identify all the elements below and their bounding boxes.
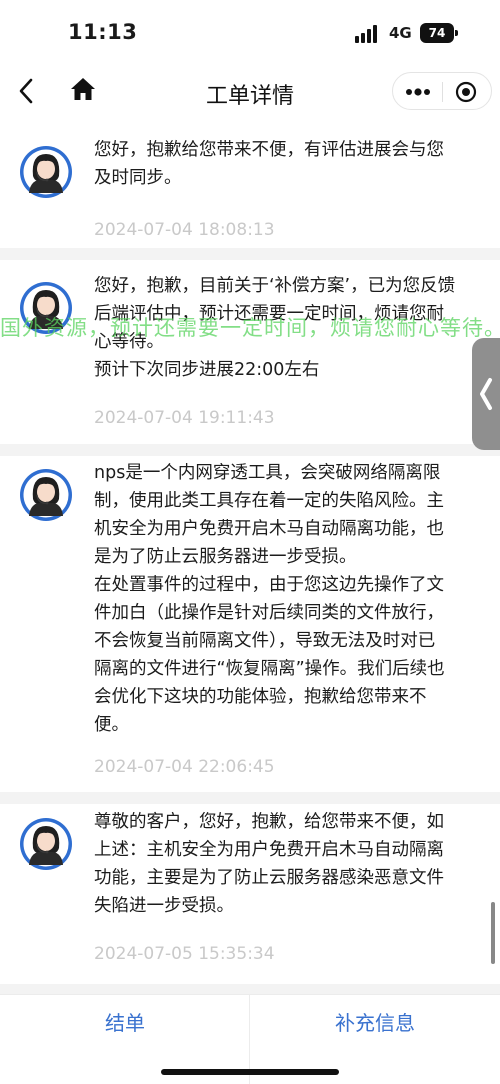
message-separator <box>0 248 500 260</box>
bottom-action-bar: 结单 补充信息 <box>0 994 500 1084</box>
side-float-tab[interactable] <box>472 338 500 450</box>
nav-bar: 工单详情 <box>0 66 500 118</box>
message-text: nps是一个内网穿透工具，会突破网络隔离限 制，使用此类工具存在着一定的失陷风险… <box>94 463 445 735</box>
message-separator <box>0 444 500 456</box>
close-ticket-button[interactable]: 结单 <box>0 995 250 1053</box>
close-target-icon[interactable] <box>455 81 477 103</box>
agent-avatar-icon <box>20 146 72 198</box>
network-label: 4G <box>389 24 412 42</box>
message-text: 您好，抱歉给您带来不便，有评估进展会与您 及时同步。 <box>94 140 444 188</box>
battery-icon: 74 <box>420 23 458 43</box>
message-timestamp: 2024-07-05 15:35:34 <box>94 944 275 964</box>
signal-icon <box>355 25 381 43</box>
message-timestamp: 2024-07-04 22:06:45 <box>94 757 275 777</box>
mini-program-capsule <box>392 72 492 110</box>
more-icon[interactable] <box>403 82 433 102</box>
watermark-overlay: 国外资源，预计还需要一定时间，烦请您耐心等待。 <box>0 316 500 340</box>
message-text: 尊敬的客户，您好，抱歉，给您带来不便，如 上述：主机安全为用户免费开启木马自动隔… <box>94 812 444 916</box>
capsule-divider <box>442 82 443 102</box>
message-timestamp: 2024-07-04 18:08:13 <box>94 220 275 240</box>
scrollbar-thumb[interactable] <box>491 902 495 964</box>
message-separator <box>0 792 500 804</box>
status-time: 11:13 <box>68 20 138 44</box>
add-info-button[interactable]: 补充信息 <box>250 995 500 1053</box>
chevron-left-icon <box>480 378 492 410</box>
home-indicator <box>161 1069 339 1075</box>
status-bar: 11:13 4G 74 <box>0 0 500 66</box>
message-timestamp: 2024-07-04 19:11:43 <box>94 408 275 428</box>
agent-avatar-icon <box>20 469 72 521</box>
agent-avatar-icon <box>20 818 72 870</box>
